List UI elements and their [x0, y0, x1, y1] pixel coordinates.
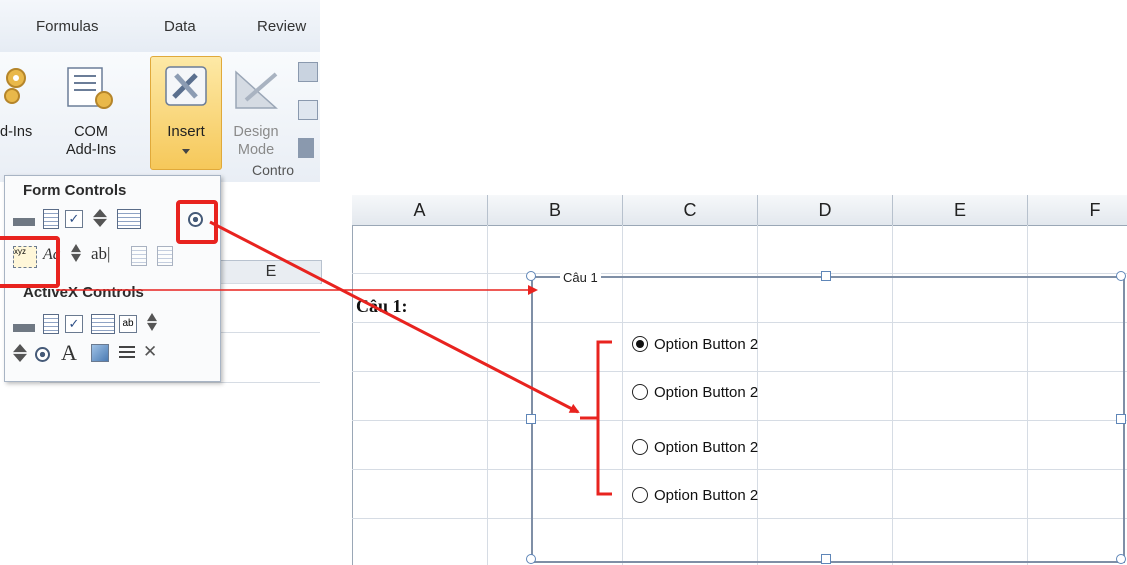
cell-a-question-label[interactable]: Câu 1:	[356, 296, 408, 317]
addins-label: d-Ins	[0, 124, 33, 140]
insert-label: Insert	[167, 123, 205, 140]
design-mode-icon	[235, 70, 278, 109]
activex-image-icon[interactable]	[91, 344, 109, 362]
activex-command-button-icon[interactable]	[13, 324, 35, 332]
gear-icon	[4, 68, 26, 104]
activex-combo-box-icon[interactable]	[43, 314, 59, 334]
resize-handle[interactable]	[821, 554, 831, 564]
text-field-icon[interactable]: ab|	[91, 244, 110, 264]
column-header-e[interactable]: E	[893, 195, 1028, 226]
activex-text-box-icon[interactable]: ab	[119, 315, 137, 333]
option-label: Option Button 2	[654, 439, 759, 456]
com-addins-icon	[67, 67, 113, 109]
option-button-highlight	[176, 200, 218, 244]
scroll-bar-icon[interactable]	[71, 244, 81, 262]
combo-box-icon[interactable]	[43, 209, 59, 229]
com-addins-line1: COM	[74, 124, 108, 140]
insert-controls-button[interactable]: Insert	[150, 56, 222, 170]
group-box-control[interactable]	[531, 276, 1125, 563]
properties-icon[interactable]	[298, 62, 318, 82]
activex-list-box-icon[interactable]	[91, 314, 115, 334]
radio-unselected-icon[interactable]	[632, 487, 648, 503]
combo-dropdown-edit-icon[interactable]	[157, 246, 173, 266]
group-box-caption[interactable]: Câu 1	[560, 270, 601, 285]
resize-handle[interactable]	[1116, 554, 1126, 564]
combo-list-edit-icon[interactable]	[131, 246, 147, 266]
excel-ribbon: Formulas Data Review d-Ins COM Add-Ins I…	[0, 0, 322, 395]
checkbox-control-icon[interactable]: ✓	[65, 210, 83, 228]
option-label: Option Button 2	[654, 487, 759, 504]
option-label: Option Button 2	[654, 384, 759, 401]
activex-option-button-icon[interactable]	[35, 347, 50, 362]
column-header-c[interactable]: C	[623, 195, 758, 226]
com-addins-line2: Add-Ins	[66, 142, 116, 158]
design-mode-line1: Design	[233, 124, 279, 140]
column-header-b[interactable]: B	[488, 195, 623, 226]
spin-button-icon[interactable]	[93, 209, 107, 227]
column-header-d[interactable]: D	[758, 195, 893, 226]
view-code-icon[interactable]	[298, 100, 318, 120]
more-controls-icon[interactable]: ✕	[143, 342, 163, 362]
list-box-icon[interactable]	[117, 209, 141, 229]
com-addins-button[interactable]: COM Add-Ins	[56, 64, 126, 164]
option-label: Option Button 2	[654, 336, 759, 353]
tab-formulas[interactable]: Formulas	[36, 18, 99, 35]
tools-icon	[165, 66, 207, 106]
resize-handle[interactable]	[526, 554, 536, 564]
activex-checkbox-icon[interactable]: ✓	[65, 315, 83, 333]
activex-spin-button-icon[interactable]	[13, 344, 27, 362]
controls-group-label: Contro	[252, 162, 295, 178]
resize-handle[interactable]	[526, 271, 536, 281]
resize-handle[interactable]	[1116, 271, 1126, 281]
group-box-highlight	[0, 236, 60, 288]
design-mode-line2: Mode	[237, 142, 275, 158]
radio-unselected-icon[interactable]	[632, 439, 648, 455]
radio-unselected-icon[interactable]	[632, 384, 648, 400]
tab-review[interactable]: Review	[257, 18, 306, 35]
resize-handle[interactable]	[526, 414, 536, 424]
run-dialog-icon[interactable]	[298, 138, 314, 158]
column-header-f[interactable]: F	[1028, 195, 1127, 226]
design-mode-button[interactable]: Design Mode	[226, 64, 286, 164]
resize-handle[interactable]	[1116, 414, 1126, 424]
resize-handle[interactable]	[821, 271, 831, 281]
row-header-strip	[340, 195, 353, 565]
tab-data[interactable]: Data	[164, 18, 196, 35]
activex-scroll-bar-icon[interactable]	[147, 313, 157, 331]
chevron-down-icon	[182, 149, 190, 154]
form-controls-title: Form Controls	[23, 182, 127, 199]
button-control-icon[interactable]	[13, 218, 35, 226]
radio-selected-icon[interactable]	[632, 336, 648, 352]
activex-label-icon[interactable]: A	[61, 340, 77, 366]
activex-toggle-icon[interactable]	[119, 346, 135, 360]
column-header-a[interactable]: A	[352, 195, 488, 226]
column-header-e-left[interactable]: E	[220, 260, 322, 284]
addins-button[interactable]: d-Ins	[0, 64, 42, 164]
ribbon-tab-strip: Formulas Data Review	[0, 0, 320, 53]
